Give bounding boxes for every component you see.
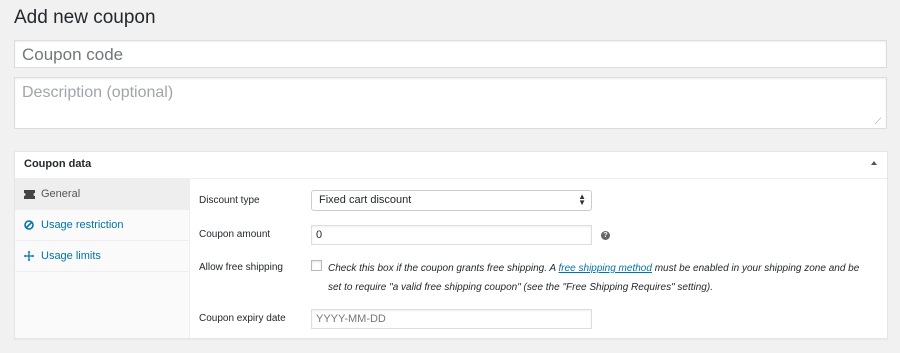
tab-general[interactable]: General <box>15 179 189 210</box>
ban-icon <box>23 220 35 230</box>
coupon-tabs: General Usage restriction Usage limits <box>15 179 190 338</box>
panel-title: Coupon data <box>24 158 92 170</box>
plus-move-icon <box>23 251 35 261</box>
tab-usage-limits-label: Usage limits <box>41 250 101 262</box>
free-shipping-text-1: Check this box if the coupon grants free… <box>328 263 559 274</box>
free-shipping-label: Allow free shipping <box>199 262 283 273</box>
coupon-code-input[interactable]: Coupon code <box>14 40 887 68</box>
discount-type-label: Discount type <box>199 195 260 206</box>
select-arrows-icon: ▲ ▼ <box>578 192 586 207</box>
resize-grip-icon[interactable]: ⟋ <box>875 117 883 126</box>
ticket-icon <box>23 189 35 199</box>
page-title: Add new coupon <box>14 7 156 28</box>
panel-header[interactable]: Coupon data <box>15 152 887 179</box>
discount-type-select[interactable]: Fixed cart discount ▲ ▼ <box>311 190 592 211</box>
tab-usage-limits[interactable]: Usage limits <box>15 241 189 272</box>
expiry-date-input[interactable]: YYYY-MM-DD <box>311 309 592 329</box>
tab-usage-restriction-label: Usage restriction <box>41 219 124 231</box>
expiry-date-label: Coupon expiry date <box>199 313 286 324</box>
coupon-data-panel: Coupon data General Usage restriction Us… <box>14 151 888 339</box>
description-placeholder: Description (optional) <box>22 84 174 101</box>
free-shipping-description: Check this box if the coupon grants free… <box>328 259 868 297</box>
coupon-amount-input[interactable]: 0 <box>311 225 592 245</box>
help-icon[interactable]: ? <box>601 231 610 240</box>
collapse-arrow-icon[interactable] <box>871 161 877 165</box>
coupon-amount-label: Coupon amount <box>199 229 271 240</box>
free-shipping-method-link[interactable]: free shipping method <box>559 263 652 274</box>
coupon-description-input[interactable]: Description (optional) ⟋ <box>14 77 887 129</box>
tab-general-label: General <box>41 188 81 200</box>
discount-type-value: Fixed cart discount <box>319 194 412 206</box>
free-shipping-checkbox[interactable] <box>311 260 322 271</box>
general-fields: Discount type Fixed cart discount ▲ ▼ Cou… <box>191 179 887 338</box>
tab-usage-restriction[interactable]: Usage restriction <box>15 210 189 241</box>
